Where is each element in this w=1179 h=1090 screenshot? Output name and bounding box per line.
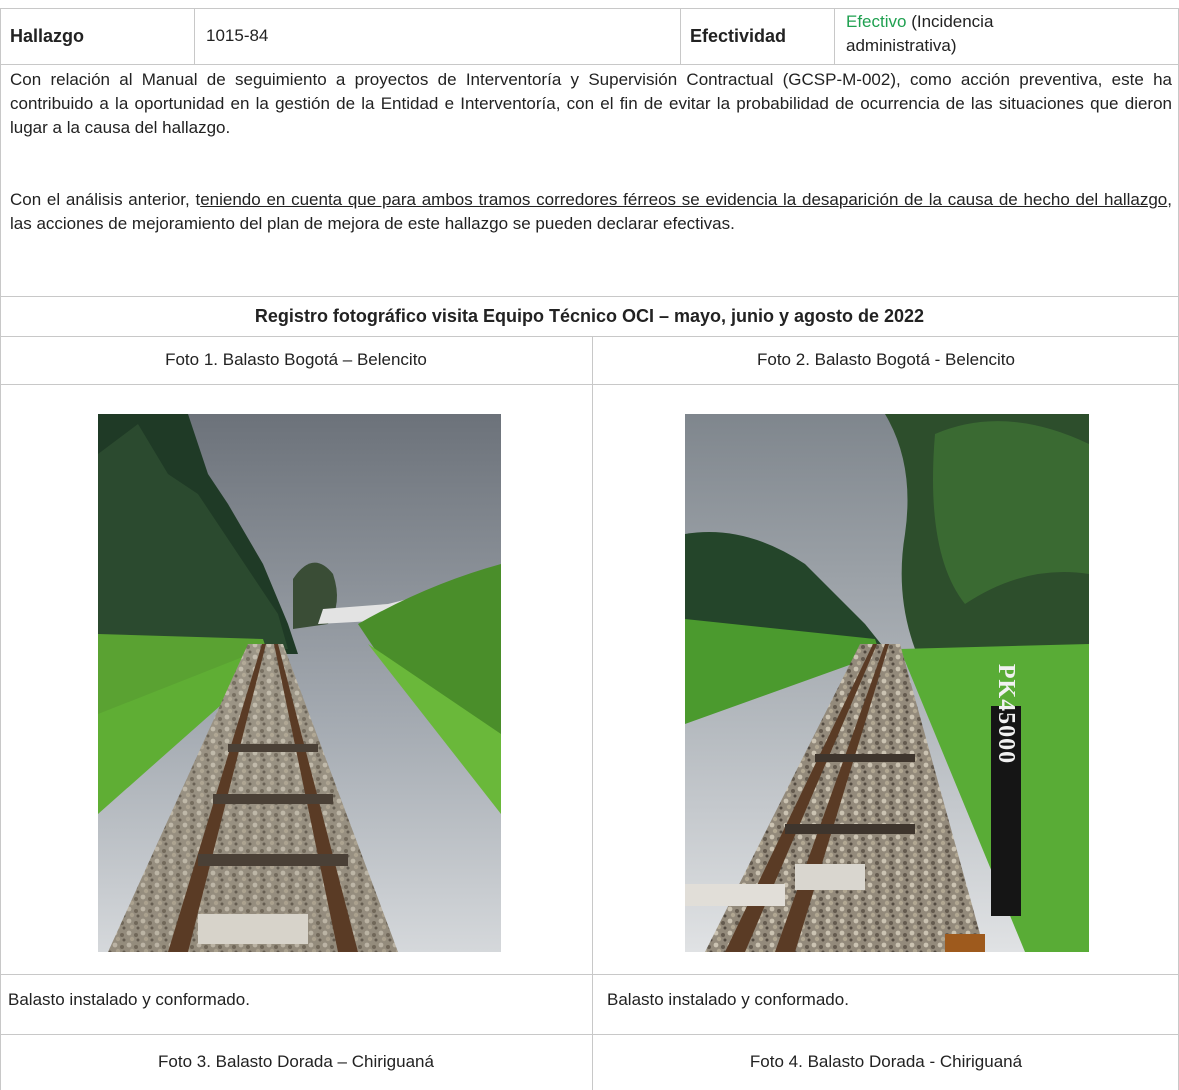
paragraph2-underlined: eniendo en cuenta que para ambos tramos …	[200, 190, 1168, 209]
status-word: Efectivo	[846, 12, 907, 31]
table-border	[194, 8, 195, 64]
photo2-note: Balasto instalado y conformado.	[607, 990, 849, 1009]
paragraph2-prefix: Con el análisis anterior, t	[10, 190, 201, 209]
efectividad-label: Efectividad	[690, 26, 787, 46]
table-border	[0, 64, 1179, 65]
table-border-left	[0, 8, 1, 1090]
hallazgo-code: 1015-84	[206, 26, 269, 45]
photo2-caption: Foto 2. Balasto Bogotá - Belencito	[757, 350, 1015, 369]
photo1-note: Balasto instalado y conformado.	[8, 990, 250, 1009]
document-page: Hallazgo 1015-84 Efectividad Efectivo (I…	[0, 0, 1179, 1090]
analysis-paragraph-2: Con el análisis anterior, teniendo en cu…	[10, 188, 1172, 236]
table-border	[0, 384, 1179, 385]
efectividad-value: Efectivo (Incidencia administrativa)	[836, 10, 1179, 58]
photo-section-title: Registro fotográfico visita Equipo Técni…	[254, 306, 925, 326]
photo-2: PK45000	[685, 414, 1089, 952]
kilometer-marker-label: PK45000	[993, 664, 1019, 764]
status-detail-line2: administrativa)	[846, 36, 957, 55]
analysis-paragraph-1: Con relación al Manual de seguimiento a …	[10, 70, 1172, 137]
status-detail: (Incidencia	[906, 12, 994, 31]
photo1-caption: Foto 1. Balasto Bogotá – Belencito	[165, 350, 427, 369]
photo3-caption: Foto 3. Balasto Dorada – Chiriguaná	[158, 1052, 434, 1071]
photo4-caption: Foto 4. Balasto Dorada - Chiriguaná	[749, 1052, 1023, 1071]
table-border	[834, 8, 835, 64]
hallazgo-label: Hallazgo	[10, 26, 85, 46]
photo-1	[98, 414, 501, 952]
